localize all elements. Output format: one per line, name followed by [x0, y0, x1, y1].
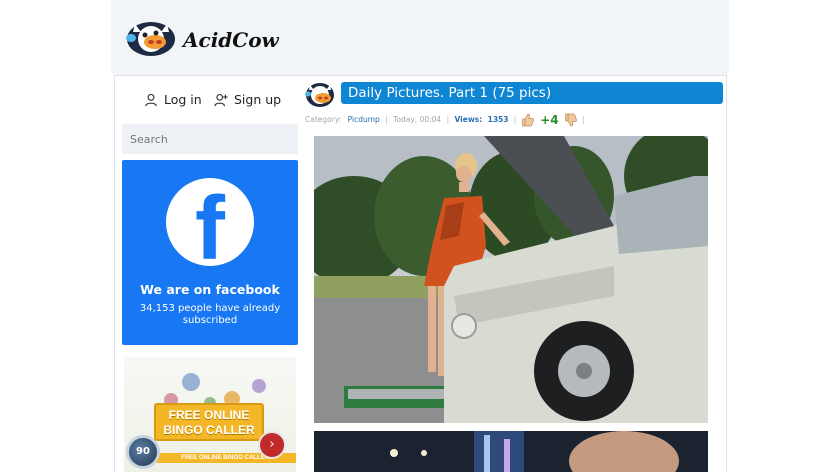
- cow-mascot-icon: [126, 22, 175, 56]
- post-time: Today, 00:04: [393, 115, 442, 124]
- facebook-subtitle: 34,153 people have already subscribed: [139, 303, 281, 326]
- search-input[interactable]: [122, 124, 298, 154]
- next-arrow-icon[interactable]: ›: [258, 431, 286, 459]
- logo-wordmark: AcidCow: [183, 28, 279, 52]
- signup-link[interactable]: Sign up: [214, 92, 281, 107]
- meta-separator: |: [446, 115, 450, 124]
- bingo-ad[interactable]: FREE ONLINE BINGO CALLER FREE ONLINE BIN…: [124, 357, 296, 472]
- bingo-ball-decoration: [252, 379, 266, 393]
- bingo-ball-90: 90: [126, 435, 160, 469]
- bingo-ball-decoration: [182, 373, 200, 391]
- thumbs-down-icon[interactable]: [565, 113, 577, 127]
- bingo-ad-banner: FREE ONLINE BINGO CALLER: [154, 403, 264, 441]
- meta-separator: |: [582, 115, 585, 124]
- site-logo[interactable]: AcidCow: [125, 14, 279, 60]
- post-author-avatar[interactable]: [305, 79, 337, 109]
- thumbs-up-icon[interactable]: [521, 113, 534, 127]
- post-meta: Category: Picdump | Today, 00:04 | Views…: [305, 112, 588, 128]
- meta-separator: |: [513, 115, 517, 124]
- facebook-logo-icon: f: [166, 178, 254, 266]
- views-count: 1353: [487, 115, 509, 124]
- post-title[interactable]: Daily Pictures. Part 1 (75 pics): [341, 82, 723, 104]
- post-photo[interactable]: [314, 431, 708, 472]
- login-label: Log in: [164, 92, 202, 107]
- facebook-promo[interactable]: f We are on facebook 34,153 people have …: [122, 160, 298, 345]
- page: AcidCow Log in Sign up f We are on faceb…: [0, 0, 840, 472]
- site-header: AcidCow: [111, 0, 729, 75]
- photo-woman-fixing-car: [314, 136, 708, 423]
- post-photo[interactable]: [314, 136, 708, 423]
- category-label: Category:: [305, 115, 342, 124]
- meta-separator: |: [385, 115, 388, 124]
- user-plus-icon: [214, 93, 228, 106]
- views-label: Views:: [454, 115, 483, 124]
- photo-night-scene: [314, 431, 708, 472]
- facebook-title: We are on facebook: [140, 282, 280, 297]
- login-link[interactable]: Log in: [144, 92, 202, 107]
- auth-links: Log in Sign up: [144, 92, 294, 110]
- rating-value: +4: [540, 113, 559, 127]
- category-link[interactable]: Picdump: [348, 112, 380, 128]
- user-icon: [145, 93, 157, 106]
- signup-label: Sign up: [234, 92, 282, 107]
